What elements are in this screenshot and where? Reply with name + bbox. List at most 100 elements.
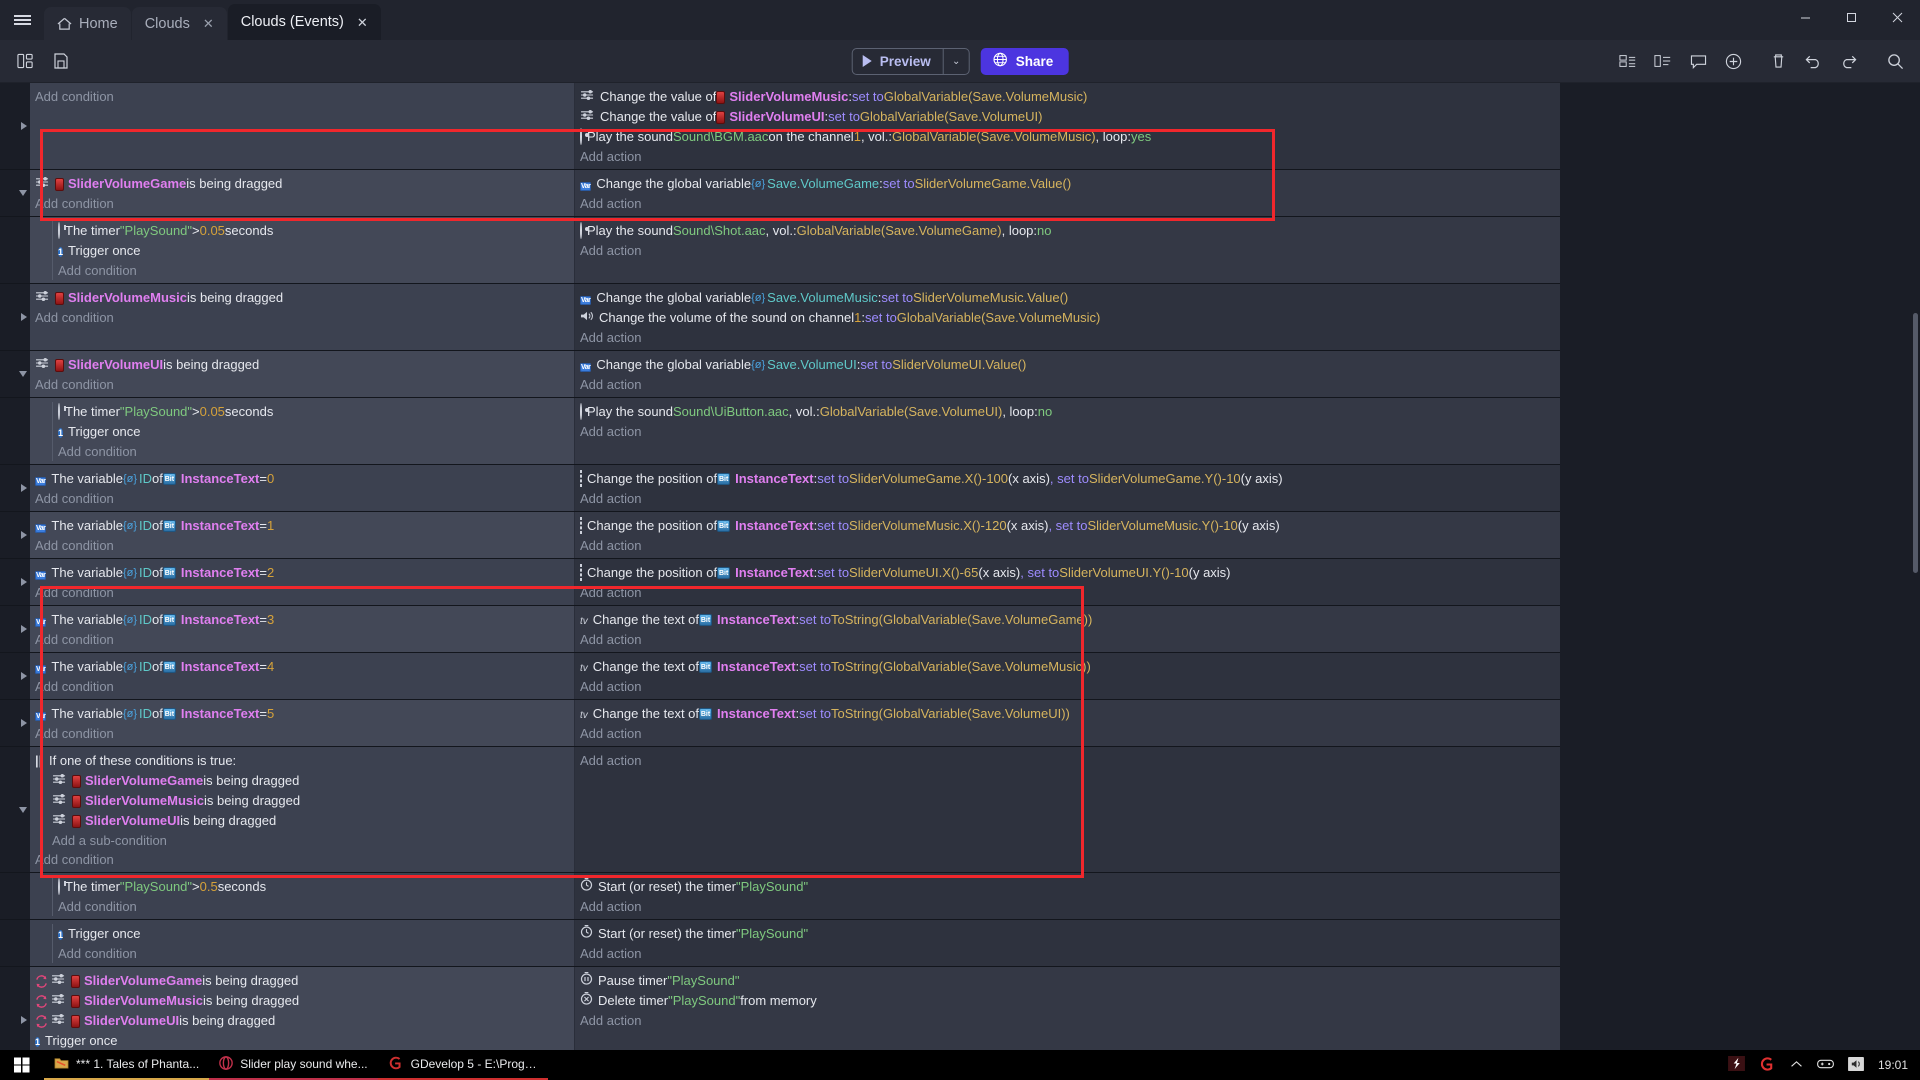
chevron-down-icon[interactable] [19, 806, 27, 813]
redo-icon[interactable] [1833, 46, 1863, 76]
undo-icon[interactable] [1798, 46, 1828, 76]
conditions-cell[interactable]: Var The variable {ø} ID of Bit InstanceText… [30, 512, 575, 558]
event-fold-gutter[interactable] [0, 700, 30, 746]
condition-line[interactable]: SliderVolumeMusic is being dragged [30, 288, 574, 308]
action-line[interactable]: Change the value of SliderVolumeUI: set … [575, 107, 1560, 127]
condition-line[interactable]: SliderVolumeGame is being dragged [30, 174, 574, 194]
gdevelop-tray-icon[interactable] [1759, 1056, 1776, 1074]
tab-clouds-events[interactable]: Clouds (Events) ✕ [227, 4, 381, 40]
conditions-cell[interactable]: SliderVolumeGame is being dragged SliderV… [30, 967, 575, 1050]
tab-clouds[interactable]: Clouds ✕ [131, 7, 227, 40]
event-row-evt-top-partial[interactable]: Add condition Change the value of SliderV… [0, 83, 1560, 170]
chevron-right-icon[interactable] [21, 625, 27, 633]
sub-action-line[interactable]: Start (or reset) the timer "PlaySound" [575, 877, 1560, 897]
actions-cell[interactable]: Var Change the global variable {ø} Save.Vo… [575, 170, 1560, 216]
add-sub-condition-link[interactable]: Add a sub-condition [30, 831, 574, 850]
action-line[interactable]: Change the position of Bit InstanceText: … [575, 516, 1560, 536]
conditions-cell[interactable]: The timer "PlaySound" > 0.05 seconds 1 Tri… [30, 398, 575, 464]
event-row-evt-slider-game-dragged[interactable]: SliderVolumeGame is being dragged Add con… [0, 170, 1560, 217]
conditions-cell[interactable]: Add condition [30, 83, 575, 169]
actions-cell[interactable]: Var Change the global variable {ø} Save.Vo… [575, 351, 1560, 397]
actions-cell[interactable]: tv Change the text of Bit InstanceText: se… [575, 606, 1560, 652]
taskbar-item-opera[interactable]: Slider play sound whe... [209, 1050, 378, 1080]
clock[interactable]: 19:01 [1878, 1058, 1908, 1072]
add-condition-link[interactable]: Add condition [30, 194, 574, 213]
add-condition-link[interactable]: Add condition [30, 630, 574, 649]
or-sub-condition[interactable]: SliderVolumeGame is being dragged [30, 771, 574, 791]
add-action-link[interactable]: Add action [575, 944, 1560, 963]
conditions-cell[interactable]: The timer "PlaySound" > 0.5 seconds Add c… [30, 873, 575, 919]
add-condition-link[interactable]: Add condition [53, 944, 574, 963]
condition-line[interactable]: SliderVolumeMusic is being dragged [30, 991, 574, 1011]
event-row-evt-inverted-sliders[interactable]: SliderVolumeGame is being dragged SliderV… [0, 967, 1560, 1050]
event-row-evt-instancetext-0[interactable]: Var The variable {ø} ID of Bit InstanceText… [0, 465, 1560, 512]
action-line[interactable]: Var Change the global variable {ø} Save.Vo… [575, 174, 1560, 194]
actions-cell[interactable]: Pause timer "PlaySound" Delete timer "Pla… [575, 967, 1560, 1050]
event-fold-gutter[interactable] [0, 920, 30, 966]
search-icon[interactable] [1880, 46, 1910, 76]
event-fold-gutter[interactable] [0, 967, 30, 1050]
delete-icon[interactable] [1763, 46, 1793, 76]
event-fold-gutter[interactable] [0, 747, 30, 872]
event-fold-gutter[interactable] [0, 170, 30, 216]
add-condition-link[interactable]: Add condition [30, 87, 574, 106]
conditions-cell[interactable]: Var The variable {ø} ID of Bit InstanceText… [30, 653, 575, 699]
add-condition-link[interactable]: Add condition [30, 583, 574, 602]
add-action-link[interactable]: Add action [575, 536, 1560, 555]
action-line[interactable]: tv Change the text of Bit InstanceText: se… [575, 657, 1560, 677]
conditions-cell[interactable]: SliderVolumeMusic is being dragged Add co… [30, 284, 575, 350]
panel-layout-icon[interactable] [10, 46, 40, 76]
add-condition-link[interactable]: Add condition [30, 677, 574, 696]
actions-cell[interactable]: Play the sound Sound\UiButton.aac, vol.:… [575, 398, 1560, 464]
add-condition-link[interactable]: Add condition [53, 897, 574, 916]
chevron-right-icon[interactable] [21, 484, 27, 492]
close-window-button[interactable] [1874, 0, 1920, 34]
sub-action-line[interactable]: Start (or reset) the timer "PlaySound" [575, 924, 1560, 944]
sub-event-row[interactable]: The timer "PlaySound" > 0.05 seconds 1 Tri… [0, 217, 1560, 284]
add-action-link[interactable]: Add action [575, 241, 1560, 260]
add-action-link[interactable]: Add action [575, 583, 1560, 602]
actions-cell[interactable]: Add action [575, 747, 1560, 872]
condition-line[interactable]: Var The variable {ø} ID of Bit InstanceText… [30, 657, 574, 677]
conditions-cell[interactable]: Var The variable {ø} ID of Bit InstanceText… [30, 559, 575, 605]
action-line[interactable]: Var Change the global variable {ø} Save.Vo… [575, 288, 1560, 308]
event-fold-gutter[interactable] [0, 217, 30, 283]
share-button[interactable]: Share [980, 47, 1069, 75]
volume-icon[interactable] [1848, 1056, 1864, 1074]
add-condition-link[interactable]: Add condition [30, 850, 574, 869]
event-fold-gutter[interactable] [0, 606, 30, 652]
chevron-up-icon[interactable] [1790, 1058, 1803, 1072]
condition-line[interactable]: SliderVolumeGame is being dragged [30, 971, 574, 991]
taskbar-item-gdevelop[interactable]: GDevelop 5 - E:\Progr... [377, 1050, 548, 1080]
windows-start-icon[interactable] [0, 1050, 44, 1080]
chevron-right-icon[interactable] [21, 313, 27, 321]
event-fold-gutter[interactable] [0, 873, 30, 919]
chevron-down-icon[interactable] [19, 190, 27, 196]
add-icon[interactable] [1718, 46, 1748, 76]
conditions-cell[interactable]: The timer "PlaySound" > 0.05 seconds 1 Tri… [30, 217, 575, 283]
open-project-manager-icon[interactable] [1613, 46, 1643, 76]
chevron-right-icon[interactable] [21, 672, 27, 680]
event-fold-gutter[interactable] [0, 398, 30, 464]
action-line[interactable]: Change the volume of the sound on channe… [575, 308, 1560, 328]
condition-line[interactable]: Var The variable {ø} ID of Bit InstanceText… [30, 563, 574, 583]
sub-action-line[interactable]: Play the sound Sound\UiButton.aac, vol.:… [575, 402, 1560, 422]
close-icon[interactable]: ✕ [357, 16, 368, 29]
chevron-right-icon[interactable] [21, 1016, 27, 1024]
conditions-cell[interactable]: SliderVolumeUI is being dragged Add condi… [30, 351, 575, 397]
maximize-button[interactable] [1828, 0, 1874, 34]
event-row-evt-or-group[interactable]: || If one of these conditions is true: Sli… [0, 747, 1560, 873]
preview-dropdown-button[interactable]: ⌄ [942, 48, 969, 74]
actions-cell[interactable]: Var Change the global variable {ø} Save.Vo… [575, 284, 1560, 350]
condition-line[interactable]: Var The variable {ø} ID of Bit InstanceText… [30, 610, 574, 630]
add-action-link[interactable]: Add action [575, 375, 1560, 394]
sub-condition-line[interactable]: The timer "PlaySound" > 0.05 seconds [53, 402, 574, 422]
add-condition-link[interactable]: Add condition [30, 308, 574, 327]
chevron-right-icon[interactable] [21, 531, 27, 539]
add-action-link[interactable]: Add action [575, 422, 1560, 441]
conditions-cell[interactable]: Var The variable {ø} ID of Bit InstanceText… [30, 700, 575, 746]
scrollbar-thumb[interactable] [1913, 313, 1918, 573]
tab-home[interactable]: Home [44, 7, 131, 40]
gamepad-icon[interactable] [1817, 1058, 1834, 1073]
event-fold-gutter[interactable] [0, 351, 30, 397]
